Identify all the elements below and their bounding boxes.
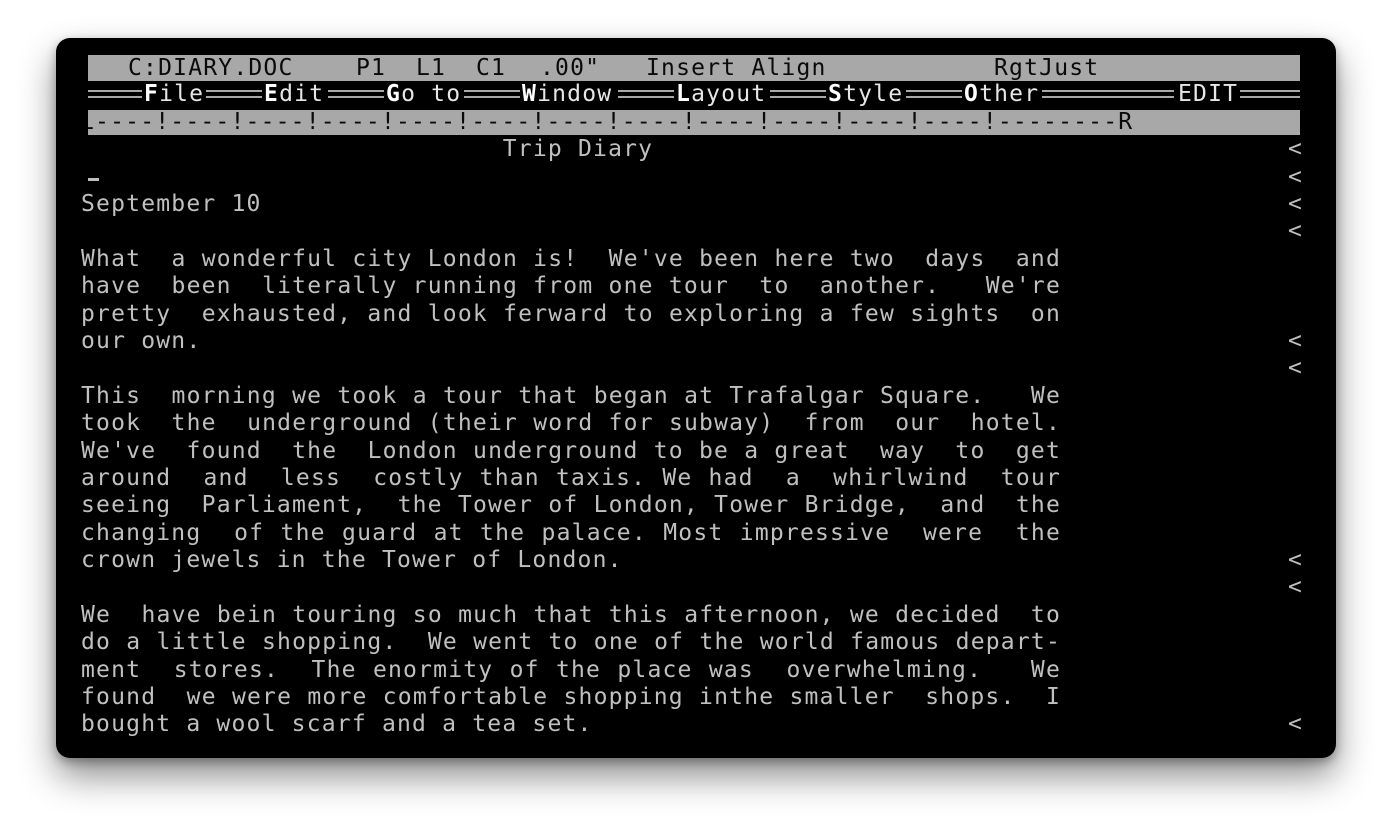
- paragraph-3-line: do a little shopping. We went to one of …: [81, 629, 1061, 655]
- dos-terminal-window: C:DIARY.DOC P1 L1 C1 .00" Insert Align R…: [56, 38, 1336, 758]
- paragraph-2-line: around and less costly than taxis. We ha…: [81, 465, 1061, 491]
- menu-divider: [770, 90, 826, 99]
- paragraph-mark: <: [1288, 547, 1304, 573]
- paragraph-mark: <: [1288, 136, 1304, 162]
- paragraph-mark: <: [1288, 574, 1304, 600]
- menu-bar: File Edit Go to Window Layout Style Othe…: [88, 81, 1300, 108]
- paragraph-2-line: changing of the guard at the palace. Mos…: [81, 520, 1061, 546]
- paragraph-mark: <: [1288, 218, 1304, 244]
- menu-edit[interactable]: Edit: [264, 81, 324, 108]
- paragraph-3-line: We have bein touring so much that this a…: [81, 602, 1061, 628]
- menu-divider: [88, 90, 142, 99]
- menu-divider: [464, 90, 520, 99]
- column-indicator: C1: [476, 55, 507, 81]
- edit-mode-label: EDIT: [1178, 81, 1239, 108]
- menu-divider: [1042, 90, 1174, 99]
- menu-goto[interactable]: Go to: [386, 81, 461, 108]
- wordprocessor-screen: C:DIARY.DOC P1 L1 C1 .00" Insert Align R…: [81, 54, 1304, 754]
- paragraph-1-line: our own.: [81, 328, 202, 354]
- menu-divider: [1240, 90, 1300, 99]
- paragraph-mark: <: [1288, 191, 1304, 217]
- paragraph-mark: <: [1288, 164, 1304, 190]
- paragraph-2-line: We've found the London underground to be…: [81, 438, 1061, 464]
- tab-ruler: L----!----!----!----!----!----!----!----…: [88, 110, 1134, 135]
- menu-layout[interactable]: Layout: [676, 81, 766, 108]
- filename-label: C:DIARY.DOC: [128, 55, 294, 81]
- paragraph-2-line: crown jewels in the Tower of London.: [81, 547, 623, 573]
- text-cursor: [88, 178, 99, 181]
- paragraph-2-line: This morning we took a tour that began a…: [81, 383, 1061, 409]
- menu-file[interactable]: File: [144, 81, 204, 108]
- paragraph-1-line: have been literally running from one tou…: [81, 273, 1061, 299]
- menu-divider: [206, 90, 262, 99]
- paragraph-2-line: seeing Parliament, the Tower of London, …: [81, 492, 1061, 518]
- line-indicator: L1: [416, 55, 447, 81]
- status-bar: C:DIARY.DOC P1 L1 C1 .00" Insert Align R…: [88, 55, 1300, 81]
- document-title: Trip Diary: [502, 136, 654, 162]
- menu-window[interactable]: Window: [522, 81, 612, 108]
- menu-divider: [906, 90, 962, 99]
- position-indicator: .00": [540, 55, 601, 81]
- menu-style[interactable]: Style: [828, 81, 903, 108]
- mode-indicator: Insert Align: [646, 55, 827, 81]
- paragraph-mark: <: [1288, 328, 1304, 354]
- justification-indicator: RgtJust: [994, 55, 1100, 81]
- paragraph-mark: <: [1288, 711, 1304, 737]
- page-indicator: P1: [356, 55, 387, 81]
- paragraph-1-line: pretty exhausted, and look ferward to ex…: [81, 301, 1061, 327]
- paragraph-mark: <: [1288, 355, 1304, 381]
- paragraph-3-line: found we were more comfortable shopping …: [81, 684, 1061, 710]
- ruler-bar[interactable]: L----!----!----!----!----!----!----!----…: [88, 110, 1300, 135]
- menu-divider: [328, 90, 384, 99]
- paragraph-3-line: ment stores. The enormity of the place w…: [81, 657, 1061, 683]
- menu-divider: [618, 90, 674, 99]
- menu-other[interactable]: Other: [964, 81, 1039, 108]
- document-date: September 10: [81, 191, 262, 217]
- paragraph-2-line: took the underground (their word for sub…: [81, 410, 1061, 436]
- paragraph-1-line: What a wonderful city London is! We've b…: [81, 246, 1061, 272]
- paragraph-3-line: bought a wool scarf and a tea set.: [81, 711, 593, 737]
